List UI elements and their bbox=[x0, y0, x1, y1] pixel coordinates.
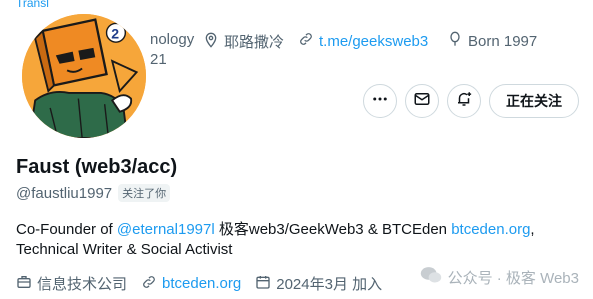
display-name: Faust (web3/acc) bbox=[16, 156, 178, 178]
bio-text-3: , bbox=[530, 221, 535, 238]
handle-row: @faustliu1997 关注了你 bbox=[16, 184, 171, 202]
mail-icon bbox=[413, 90, 431, 113]
category-item: 信息技术公司 bbox=[16, 273, 127, 294]
link-icon bbox=[141, 274, 157, 294]
profession-text: nology bbox=[150, 31, 195, 48]
balloon-icon bbox=[447, 31, 463, 51]
more-button[interactable] bbox=[363, 84, 397, 118]
born-item: Born 1997 bbox=[447, 31, 537, 51]
joined-partial-text: 21 bbox=[150, 51, 167, 68]
bio-text-2: 极客web3/GeekWeb3 & BTCEden bbox=[214, 221, 452, 238]
svg-text:2: 2 bbox=[111, 25, 119, 41]
profile-meta: 信息技术公司 btceden.org 2024年3月 加入 bbox=[16, 273, 382, 294]
watermark-text: 公众号 · 极客 Web3 bbox=[447, 269, 579, 287]
briefcase-icon bbox=[16, 274, 32, 294]
meta-website-link[interactable]: btceden.org bbox=[162, 275, 241, 292]
message-button[interactable] bbox=[405, 84, 439, 118]
profession-item: nology bbox=[150, 31, 194, 48]
category-text: 信息技术公司 bbox=[37, 276, 128, 293]
wechat-watermark: 公众号 · 极客 Web3 bbox=[420, 265, 579, 289]
bell-plus-icon bbox=[455, 90, 473, 113]
profile-actions: 正在关注 bbox=[363, 84, 579, 118]
user-handle: @faustliu1997 bbox=[16, 184, 113, 202]
joined-item: 2024年3月 加入 bbox=[255, 273, 382, 294]
translate-link[interactable]: Transl bbox=[16, 0, 49, 10]
bio-website-link[interactable]: btceden.org bbox=[451, 221, 530, 238]
location-item: 耶路撒冷 bbox=[203, 31, 284, 52]
joined-text: 2024年3月 加入 bbox=[276, 276, 383, 293]
wechat-icon bbox=[420, 265, 442, 289]
website-item[interactable]: t.me/geeksweb3 bbox=[298, 31, 428, 51]
follows-you-badge: 关注了你 bbox=[118, 184, 171, 202]
avatar[interactable]: 2 bbox=[18, 10, 150, 142]
notify-button[interactable] bbox=[447, 84, 481, 118]
location-text: 耶路撒冷 bbox=[224, 34, 285, 51]
following-button[interactable]: 正在关注 bbox=[489, 84, 579, 118]
location-icon bbox=[203, 32, 219, 52]
ellipsis-icon bbox=[371, 90, 389, 113]
meta-website-item[interactable]: btceden.org bbox=[141, 273, 241, 294]
website-link[interactable]: t.me/geeksweb3 bbox=[319, 33, 428, 50]
bio-mention-link[interactable]: @eternal1997l bbox=[117, 221, 215, 238]
bio: Co-Founder of @eternal1997l 极客web3/GeekW… bbox=[16, 220, 576, 260]
link-icon bbox=[298, 31, 314, 51]
calendar-icon bbox=[255, 274, 271, 294]
avatar-illustration: 2 bbox=[22, 14, 146, 138]
bio-line-2: Technical Writer & Social Activist bbox=[16, 241, 233, 258]
born-text: Born 1997 bbox=[468, 32, 538, 50]
bio-text-1: Co-Founder of bbox=[16, 221, 117, 238]
